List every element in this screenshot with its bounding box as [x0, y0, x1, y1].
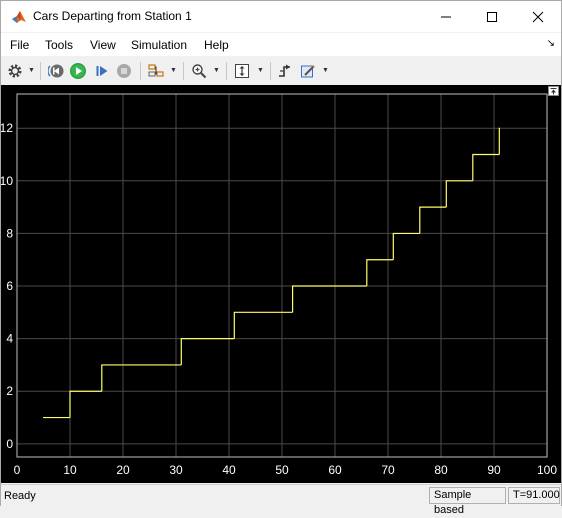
signal-layout-icon — [148, 64, 164, 77]
configuration-dropdown-icon[interactable]: ▼ — [28, 67, 35, 74]
run-icon — [70, 63, 86, 79]
y-tick-label: 4 — [6, 332, 13, 346]
highlight-icon — [301, 65, 315, 78]
series-group — [42, 127, 500, 419]
scope-window: Cars Departing from Station 1 File Tools… — [0, 0, 562, 516]
window-title: Cars Departing from Station 1 — [33, 9, 192, 23]
trigger-icon — [279, 64, 290, 77]
x-tick-label: 30 — [169, 463, 183, 477]
maximize-button[interactable] — [469, 1, 515, 32]
menu-dock-arrow-icon[interactable]: ↘ — [547, 38, 555, 49]
data-point — [292, 285, 294, 287]
step-forward-icon — [96, 66, 108, 76]
step-forward-button[interactable] — [92, 60, 112, 82]
data-point — [180, 338, 182, 340]
status-bar: Ready Sample based T=91.000 — [1, 484, 561, 516]
run-button[interactable] — [68, 60, 88, 82]
zoom-icon — [192, 64, 207, 79]
menu-simulation[interactable]: Simulation — [131, 38, 187, 52]
data-point — [69, 390, 71, 392]
undock-button[interactable] — [548, 86, 559, 96]
toolbar-separator — [270, 62, 271, 80]
x-tick-label: 90 — [487, 463, 501, 477]
x-tick-label: 20 — [116, 463, 130, 477]
matlab-icon — [12, 11, 26, 23]
sample-mode-indicator: Sample based — [429, 487, 506, 516]
stop-button[interactable] — [114, 60, 134, 82]
scope-chart[interactable]: 0 10 20 30 40 50 60 70 80 90 100 0 2 4 6 8 10 12 — [0, 85, 561, 483]
menu-tools[interactable]: Tools — [45, 38, 73, 52]
toolbar-separator — [140, 62, 141, 80]
simulation-time: T=91.000 — [508, 487, 560, 504]
zoom-dropdown-icon[interactable]: ▼ — [213, 67, 220, 74]
data-point — [42, 416, 45, 419]
minimize-button[interactable] — [423, 1, 469, 32]
autoscale-icon — [235, 64, 249, 78]
close-button[interactable] — [515, 1, 561, 32]
x-tick-label: 10 — [63, 463, 77, 477]
menu-view[interactable]: View — [90, 38, 116, 52]
x-tick-label: 60 — [328, 463, 342, 477]
x-tick-label: 0 — [14, 463, 21, 477]
menu-file[interactable]: File — [10, 38, 29, 52]
scope-plot-area: 0 10 20 30 40 50 60 70 80 90 100 0 2 4 6 8 10 12 — [0, 85, 561, 483]
highlight-button[interactable] — [298, 60, 318, 82]
step-back-icon — [48, 64, 64, 78]
configuration-button[interactable] — [5, 60, 25, 82]
data-point — [101, 364, 103, 366]
maximize-icon — [487, 11, 497, 22]
data-point — [392, 232, 394, 235]
y-tick-label: 12 — [1, 121, 13, 135]
x-tick-label: 40 — [222, 463, 236, 477]
y-tick-label: 0 — [6, 437, 13, 451]
x-tick-label: 70 — [381, 463, 395, 477]
stop-icon — [117, 64, 131, 78]
close-icon — [532, 11, 544, 22]
y-tick-label: 10 — [1, 174, 13, 188]
toolbar-separator — [183, 62, 184, 80]
data-point — [472, 153, 474, 156]
autoscale-dropdown-icon[interactable]: ▼ — [257, 67, 264, 74]
signal-layout-dropdown-icon[interactable]: ▼ — [170, 67, 177, 74]
zoom-button[interactable] — [189, 60, 209, 82]
y-tick-label: 2 — [6, 384, 13, 398]
trigger-button[interactable] — [275, 60, 295, 82]
toolbar-separator — [40, 62, 41, 80]
gridlines — [16, 94, 548, 457]
data-point — [445, 180, 447, 182]
y-tick-label: 8 — [6, 226, 13, 240]
data-point — [366, 259, 368, 261]
data-point — [498, 127, 500, 129]
gear-icon — [8, 64, 22, 78]
menu-help[interactable]: Help — [204, 38, 229, 52]
title-bar: Cars Departing from Station 1 — [1, 1, 561, 32]
highlight-dropdown-icon[interactable]: ▼ — [322, 67, 329, 74]
data-point — [419, 206, 421, 208]
signal-layout-button[interactable] — [146, 60, 166, 82]
undock-icon — [550, 88, 557, 95]
menu-bar: File Tools View Simulation Help ↘ — [1, 33, 561, 56]
minimize-icon — [441, 16, 451, 17]
data-point — [233, 311, 235, 313]
x-tick-label: 100 — [537, 463, 557, 477]
x-tick-label: 50 — [275, 463, 289, 477]
y-tick-label: 6 — [6, 279, 13, 293]
toolbar: ▼ ▼ ▼ ▼ ▼ — [1, 57, 561, 86]
autoscale-button[interactable] — [232, 60, 252, 82]
x-tick-label: 80 — [434, 463, 448, 477]
toolbar-separator — [226, 62, 227, 80]
tick-labels: 0 10 20 30 40 50 60 70 80 90 100 0 2 4 6 8 10 12 — [0, 121, 557, 477]
status-text: Ready — [4, 490, 36, 502]
step-back-button[interactable] — [46, 60, 66, 82]
